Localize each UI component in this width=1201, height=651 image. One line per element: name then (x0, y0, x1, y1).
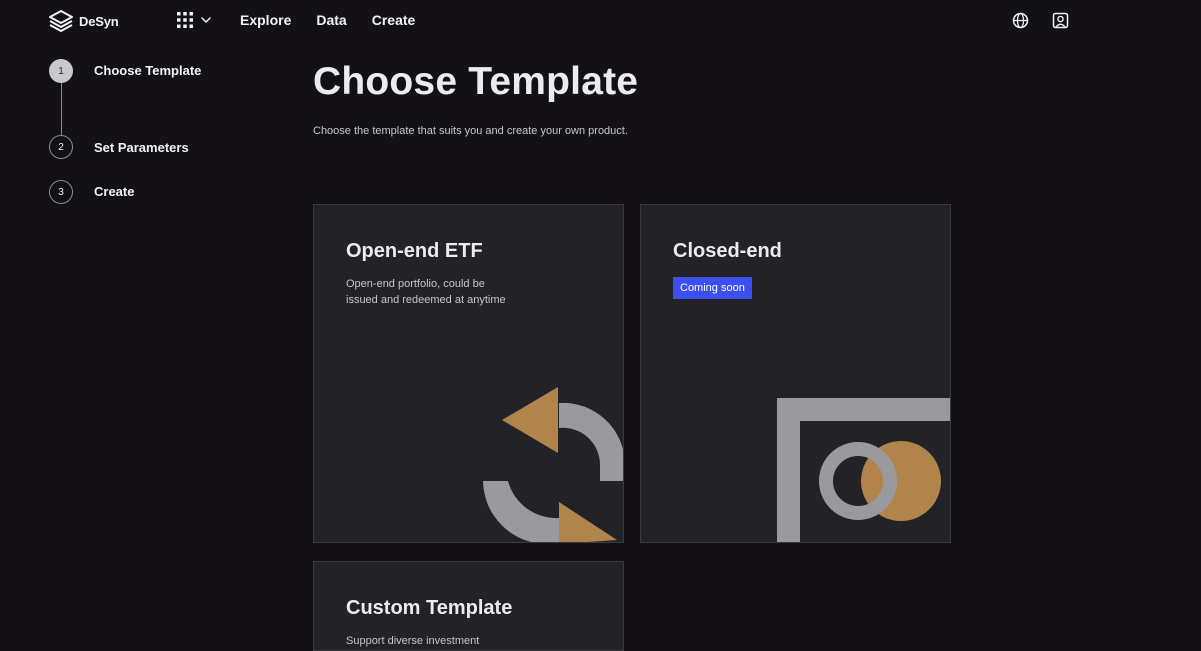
card-description: Support diverse investment (346, 635, 480, 647)
chevron-down-icon (201, 17, 211, 23)
step-label: Create (94, 184, 135, 199)
step-number: 2 (49, 135, 73, 159)
step-connector (61, 83, 62, 135)
card-description: Open-end portfolio, could be issued and … (346, 278, 506, 306)
custom-template-card[interactable]: Custom Template Support diverse investme… (313, 561, 624, 651)
step-label: Choose Template (94, 63, 202, 78)
account-button[interactable] (1052, 12, 1069, 29)
main-nav: Explore Data Create (240, 12, 440, 28)
closed-end-card[interactable]: Closed-end Coming soon (640, 204, 951, 543)
step-label: Set Parameters (94, 140, 189, 155)
nav-explore-link[interactable]: Explore (240, 12, 291, 28)
card-title: Open-end ETF (346, 240, 483, 262)
language-button[interactable] (1012, 12, 1029, 29)
top-bar: DeSyn Explore Data Create (0, 0, 1201, 42)
nav-data-link[interactable]: Data (316, 12, 346, 28)
globe-icon (1012, 12, 1029, 29)
page-subtitle: Choose the template that suits you and c… (313, 125, 628, 137)
step-number: 3 (49, 180, 73, 204)
nav-create-link[interactable]: Create (372, 12, 416, 28)
stacked-layers-icon (48, 9, 74, 33)
page-title: Choose Template (313, 60, 639, 103)
step-number: 1 (49, 59, 73, 83)
brand-name: DeSyn (79, 13, 119, 29)
apps-menu-button[interactable] (177, 12, 211, 28)
card-title: Custom Template (346, 597, 513, 619)
open-end-etf-card[interactable]: Open-end ETF Open-end portfolio, could b… (313, 204, 624, 543)
grid-icon (177, 12, 193, 28)
coming-soon-badge: Coming soon (673, 277, 752, 299)
user-icon (1052, 12, 1069, 29)
card-title: Closed-end (673, 240, 782, 262)
logo[interactable]: DeSyn (48, 9, 119, 33)
